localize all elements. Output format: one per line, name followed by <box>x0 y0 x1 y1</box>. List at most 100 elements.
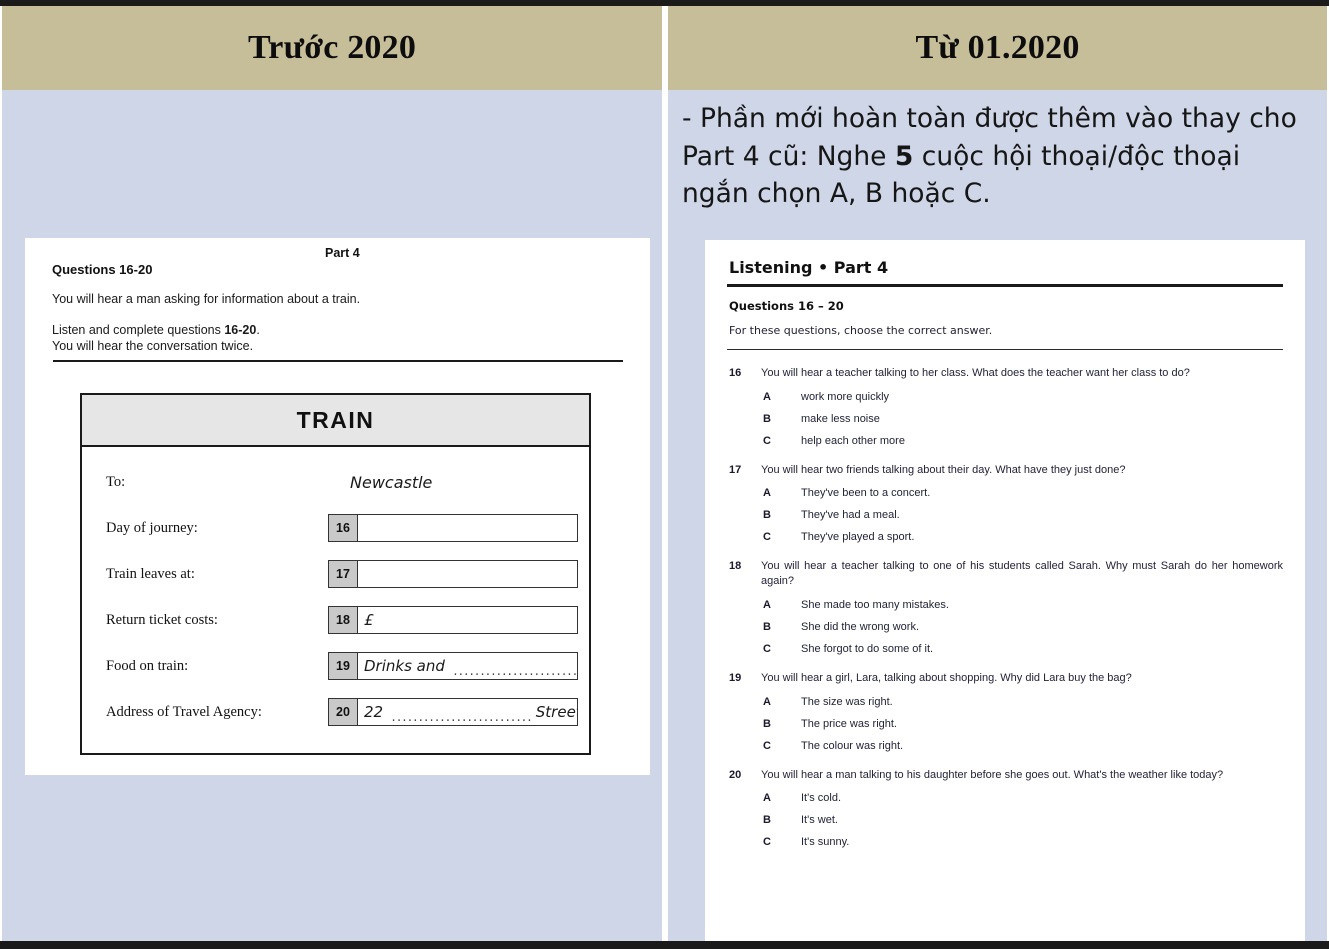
option-letter: C <box>763 739 771 752</box>
option-text: They've had a meal. <box>801 509 900 522</box>
option-text: It's sunny. <box>801 836 850 849</box>
option-row[interactable]: A The size was right. <box>727 696 1283 708</box>
option-letter: A <box>763 695 771 708</box>
train-form-row: Day of journey: 16 <box>82 505 589 551</box>
new-instruction-rule <box>727 348 1283 350</box>
option-row[interactable]: C help each other more <box>727 435 1283 447</box>
question-number-badge: 18 <box>329 607 358 633</box>
new-questions-heading: Questions 16 – 20 <box>729 298 844 313</box>
exam-paper-new-format: Listening • Part 4 Questions 16 – 20 For… <box>705 240 1305 941</box>
train-row-label: Train leaves at: <box>106 565 195 582</box>
old-listen-suffix: . <box>256 323 260 337</box>
option-letter: C <box>763 531 771 544</box>
option-letter: B <box>763 814 771 827</box>
option-letter: B <box>763 620 771 633</box>
old-listen-prefix: Listen and complete questions <box>52 323 225 337</box>
answer-blank[interactable] <box>358 515 577 541</box>
option-letter: C <box>763 642 771 655</box>
old-listen-bold: 16-20 <box>224 323 257 337</box>
header-cell-before-2020: Trước 2020 <box>2 6 662 90</box>
train-form-title: TRAIN <box>296 406 375 433</box>
question-block: 19 You will hear a girl, Lara, talking a… <box>727 671 1283 752</box>
train-answer-field-19[interactable]: 19 Drinks and ..........................… <box>328 652 578 680</box>
dotted-blank: .......................... <box>386 709 533 725</box>
option-row[interactable]: A It's cold. <box>727 792 1283 804</box>
old-listen-line: Listen and complete questions 16-20. <box>52 323 260 337</box>
question-number-badge: 16 <box>329 515 358 541</box>
train-form-row: Return ticket costs: 18 £ <box>82 597 589 643</box>
question-number: 16 <box>729 367 742 379</box>
new-title-rule <box>727 284 1283 287</box>
question-number-badge: 20 <box>329 699 358 725</box>
question-number: 19 <box>729 671 742 684</box>
answer-prefilled-text: Drinks and <box>364 657 445 675</box>
train-answer-field-17[interactable]: 17 <box>328 560 578 588</box>
old-questions-heading: Questions 16-20 <box>52 262 153 277</box>
question-text: You will hear a man talking to his daugh… <box>761 768 1224 781</box>
question-stem-row: 18 You will hear a teacher talking to on… <box>727 559 1283 588</box>
answer-suffix-text: Street <box>535 703 577 721</box>
train-form-rows: To: Newcastle Day of journey: 16 Train l… <box>82 447 589 753</box>
option-text: It's wet. <box>801 814 838 827</box>
body-cell-before-2020: Part 4 Questions 16-20 You will hear a m… <box>2 90 662 941</box>
new-instruction-line: For these questions, choose the correct … <box>729 323 993 337</box>
train-answer-field-16[interactable]: 16 <box>328 514 578 542</box>
option-row[interactable]: C The colour was right. <box>727 740 1283 752</box>
question-text: You will hear a teacher talking to her c… <box>761 367 1190 379</box>
header-title-right: Từ 01.2020 <box>915 29 1080 66</box>
answer-blank[interactable] <box>358 561 577 587</box>
body-row: Part 4 Questions 16-20 You will hear a m… <box>0 90 1329 941</box>
option-letter: A <box>763 792 771 805</box>
train-row-label: To: <box>106 473 126 490</box>
header-row: Trước 2020 Từ 01.2020 <box>0 6 1329 90</box>
option-text: She did the wrong work. <box>801 620 920 633</box>
option-row[interactable]: C It's sunny. <box>727 836 1283 848</box>
question-text: You will hear a girl, Lara, talking abou… <box>761 671 1132 684</box>
exam-paper-old-format: Part 4 Questions 16-20 You will hear a m… <box>25 238 650 775</box>
option-text: They've been to a concert. <box>801 487 931 500</box>
train-answer-field-18[interactable]: 18 £ <box>328 606 578 634</box>
option-text: It's cold. <box>801 792 842 805</box>
comparison-slide: Trước 2020 Từ 01.2020 Part 4 Questions 1… <box>0 0 1329 949</box>
question-text: You will hear two friends talking about … <box>761 463 1126 476</box>
question-block: 16 You will hear a teacher talking to he… <box>727 366 1283 447</box>
train-form-header: TRAIN <box>82 395 589 447</box>
option-text: She made too many mistakes. <box>801 598 949 611</box>
option-row[interactable]: B They've had a meal. <box>727 509 1283 521</box>
option-text: The colour was right. <box>801 739 904 752</box>
option-text: She forgot to do some of it. <box>801 642 934 655</box>
train-row-label: Day of journey: <box>106 519 198 536</box>
question-number: 18 <box>729 560 742 573</box>
option-row[interactable]: A work more quickly <box>727 391 1283 403</box>
answer-blank[interactable]: 22 ..........................Street <box>358 699 577 725</box>
option-row[interactable]: B The price was right. <box>727 718 1283 730</box>
train-form-row: To: Newcastle <box>82 459 589 505</box>
option-row[interactable]: C They've played a sport. <box>727 531 1283 543</box>
change-description-note: - Phần mới hoàn toàn được thêm vào thay … <box>682 100 1312 213</box>
question-number: 20 <box>729 768 742 781</box>
note-count-bold: 5 <box>894 140 914 172</box>
option-text: The price was right. <box>801 717 897 730</box>
option-row[interactable]: B It's wet. <box>727 814 1283 826</box>
train-form-row: Food on train: 19 Drinks and ...........… <box>82 643 589 689</box>
question-block: 20 You will hear a man talking to his da… <box>727 768 1283 849</box>
answer-prefilled-text: 22 <box>364 703 384 721</box>
option-row[interactable]: C She forgot to do some of it. <box>727 643 1283 655</box>
answer-blank[interactable]: Drinks and .............................… <box>358 653 577 679</box>
question-block: 18 You will hear a teacher talking to on… <box>727 559 1283 654</box>
option-letter: B <box>763 509 771 522</box>
option-row[interactable]: B make less noise <box>727 413 1283 425</box>
option-letter: C <box>763 836 771 849</box>
question-stem-row: 17 You will hear two friends talking abo… <box>727 463 1283 478</box>
train-form-row: Address of Travel Agency: 20 22 ........… <box>82 689 589 735</box>
header-title-left: Trước 2020 <box>247 29 417 66</box>
bottom-border-rule <box>0 941 1329 949</box>
option-row[interactable]: A She made too many mistakes. <box>727 599 1283 611</box>
question-stem-row: 19 You will hear a girl, Lara, talking a… <box>727 671 1283 686</box>
option-row[interactable]: B She did the wrong work. <box>727 621 1283 633</box>
old-part-title: Part 4 <box>325 246 360 260</box>
option-text: help each other more <box>801 434 905 447</box>
option-row[interactable]: A They've been to a concert. <box>727 487 1283 499</box>
answer-blank[interactable]: £ <box>358 607 577 633</box>
train-answer-field-20[interactable]: 20 22 ..........................Street <box>328 698 578 726</box>
